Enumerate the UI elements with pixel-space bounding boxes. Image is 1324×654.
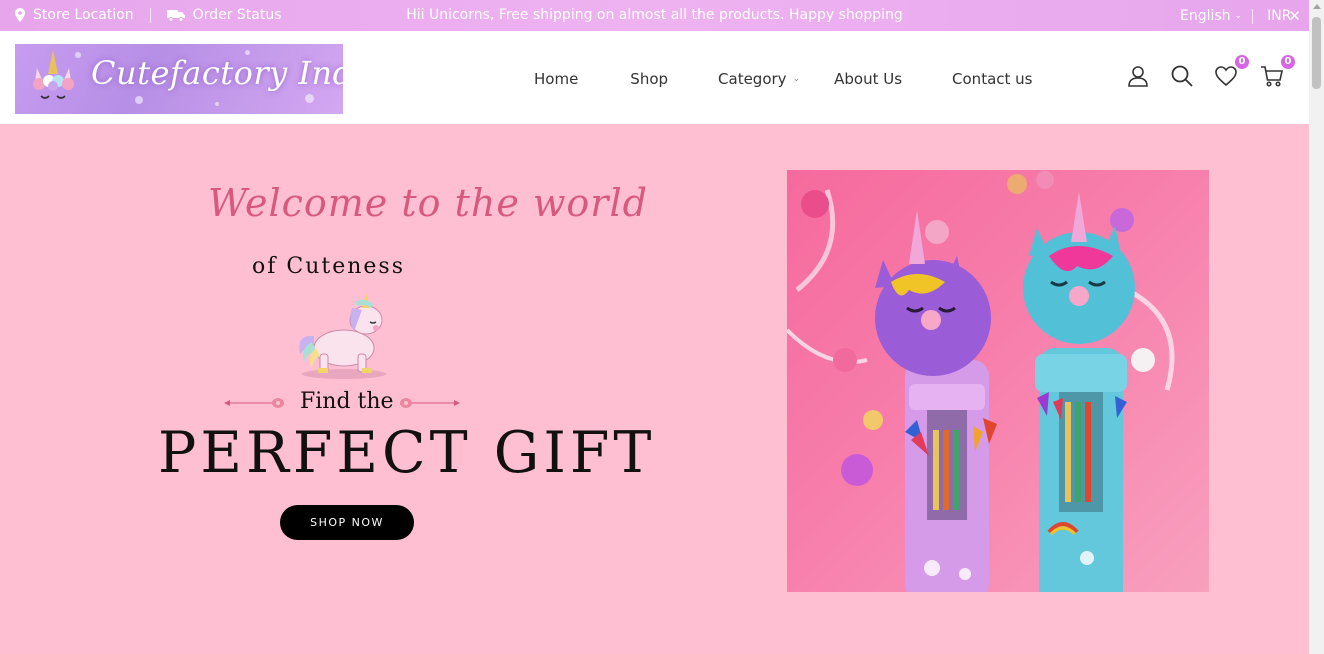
nav-item-label: Category (718, 70, 787, 88)
store-location-link[interactable]: Store Location (15, 7, 134, 23)
topbar-divider (1252, 8, 1254, 24)
nav-item-category[interactable]: Category ⌄ (718, 70, 800, 88)
wishlist-button[interactable]: 0 (1214, 55, 1249, 88)
search-icon (1171, 65, 1193, 87)
nav-item-about-us[interactable]: About Us (834, 70, 902, 88)
nav-item-label: About Us (834, 70, 903, 88)
page-scrollbar[interactable] (1309, 0, 1324, 654)
cart-button[interactable]: 0 (1260, 55, 1295, 88)
heart-icon (1215, 66, 1237, 87)
unicorn-pens-image (787, 171, 1175, 592)
topbar-divider (149, 7, 151, 23)
hero-headline: PERFECT GIFT (158, 420, 656, 486)
scrollbar-thumb[interactable] (1312, 17, 1321, 89)
order-status-label: Order Status (192, 7, 282, 23)
close-icon[interactable]: ✕ (1288, 7, 1301, 25)
store-location-label: Store Location (33, 7, 134, 23)
hero-find-the-text: Find the (300, 389, 394, 414)
unicorn-illustration (299, 292, 386, 379)
language-selector[interactable]: English ⌄ (1180, 8, 1242, 24)
scroll-up-arrow-icon[interactable] (1313, 4, 1321, 9)
main-nav: Home Shop Category ⌄ About Us Contact us (534, 70, 1032, 88)
arrow-ornament-left (224, 398, 284, 408)
arrow-ornament-right (400, 398, 460, 408)
site-header: Cutefactory India Home Shop Category ⌄ A… (0, 31, 1309, 124)
nav-item-label: Contact us (952, 70, 1033, 88)
wishlist-count-badge: 0 (1235, 55, 1249, 69)
account-button[interactable] (1126, 64, 1150, 88)
hero-subtitle: of Cuteness (252, 254, 406, 279)
site-logo[interactable]: Cutefactory India (15, 44, 343, 114)
language-label: English (1179, 8, 1231, 24)
truck-icon (166, 9, 185, 22)
logo-text: Cutefactory India (91, 54, 343, 92)
chevron-down-icon: ⌄ (792, 74, 801, 84)
nav-item-home[interactable]: Home (534, 70, 578, 88)
chevron-down-icon: ⌄ (1234, 11, 1243, 21)
order-status-link[interactable]: Order Status (166, 7, 282, 23)
nav-item-contact-us[interactable]: Contact us (952, 70, 1032, 88)
shop-now-button[interactable]: SHOP NOW (280, 505, 414, 540)
hero-product-image (787, 170, 1209, 592)
hero-welcome-text: Welcome to the world (208, 181, 648, 225)
announcement-bar: Store Location Order Status Hii Unicorns… (0, 0, 1309, 31)
nav-item-label: Home (534, 70, 579, 88)
unicorn-face-icon (33, 50, 74, 99)
cart-icon (1261, 66, 1283, 87)
nav-item-shop[interactable]: Shop (630, 70, 668, 88)
search-button[interactable] (1170, 64, 1194, 88)
hero-banner: Welcome to the world of Cuteness Find th… (0, 124, 1309, 654)
user-icon (1128, 66, 1148, 87)
cart-count-badge: 0 (1281, 55, 1295, 69)
map-pin-icon (15, 8, 25, 22)
topbar-settings: English ⌄ INR ✕ (1180, 7, 1301, 25)
header-actions: 0 0 (1126, 55, 1295, 88)
announcement-text: Hii Unicorns, Free shipping on almost al… (406, 7, 903, 23)
topbar-links: Store Location Order Status (15, 7, 282, 23)
nav-item-label: Shop (630, 70, 669, 88)
